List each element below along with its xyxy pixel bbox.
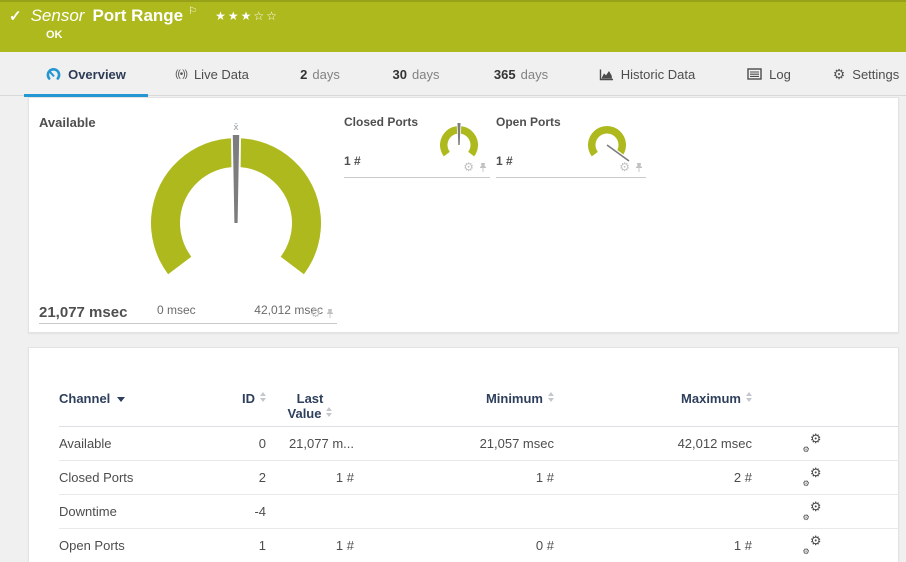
svg-text:x̄: x̄ — [233, 123, 239, 133]
column-header-minimum[interactable]: Minimum — [354, 391, 554, 406]
tab-live-data[interactable]: ((•)) Live Data — [166, 52, 258, 96]
tab-unit: days — [312, 66, 340, 82]
tab-settings[interactable]: ⚙ Settings — [830, 52, 902, 96]
available-gauge: x̄ — [151, 123, 321, 275]
cell-last-value: 1 # — [335, 538, 354, 553]
channel-last-value: 21,077 msec — [39, 304, 128, 321]
channel-name: Open Ports — [496, 115, 561, 129]
channel-settings-icon[interactable]: ⚙ ⚙ — [803, 499, 822, 522]
gauges-card: Available x̄ 0 msec 42,012 msec 21,077 m… — [28, 97, 899, 333]
column-label: Channel — [59, 391, 111, 406]
column-header-channel[interactable]: Channel — [59, 391, 199, 406]
tab-overview[interactable]: Overview — [24, 52, 148, 97]
object-kind-label: Sensor — [30, 6, 85, 25]
live-signal-icon: ((•)) — [175, 68, 188, 80]
cell-maximum: 1 # — [733, 538, 752, 553]
panel-pin-icon[interactable] — [478, 162, 488, 173]
tab-2-days[interactable]: 2 days — [294, 52, 346, 96]
channels-card: Channel ID Last Value Minimum Maximum Av… — [28, 347, 899, 562]
column-label: Maximum — [681, 391, 741, 406]
tab-label: Settings — [852, 66, 900, 82]
page-title: Port Range — [92, 6, 184, 25]
panel-gear-icon[interactable]: ⚙ — [463, 160, 474, 174]
log-list-icon — [747, 68, 762, 80]
tab-label: Live Data — [193, 66, 249, 82]
panel-gear-icon[interactable]: ⚙ — [310, 306, 321, 320]
tab-30-days[interactable]: 30 days — [386, 52, 446, 96]
column-label: Last — [296, 391, 324, 406]
cell-id: -4 — [254, 504, 266, 519]
table-row: Open Ports 1 1 # 0 # 1 # ⚙ ⚙ — [59, 529, 898, 562]
sensor-header: ✓ Sensor Port Range ⚐ ★★★☆☆ OK — [0, 0, 906, 52]
tab-number: 30 — [392, 66, 407, 82]
status-check-icon: ✓ — [9, 8, 22, 25]
gauge-min-label: 0 msec — [157, 303, 196, 317]
gauge-panel-available: Available x̄ 0 msec 42,012 msec 21,077 m… — [39, 111, 337, 324]
column-label: ID — [242, 391, 255, 406]
tab-unit: days — [520, 66, 549, 82]
panel-pin-icon[interactable] — [325, 308, 335, 319]
cell-id: 2 — [258, 470, 266, 485]
cell-channel: Open Ports — [59, 538, 125, 553]
panel-tools: ⚙ — [463, 160, 488, 174]
gauge-icon — [46, 67, 61, 82]
column-label: Value — [287, 406, 322, 421]
cell-minimum: 1 # — [535, 470, 554, 485]
cell-maximum: 42,012 msec — [677, 436, 752, 451]
sort-desc-icon — [117, 397, 126, 402]
channel-name: Available — [39, 115, 96, 130]
table-row: Available 0 21,077 m... 21,057 msec 42,0… — [59, 427, 898, 461]
status-badge: OK — [46, 29, 63, 41]
sort-icon — [746, 392, 752, 402]
column-header-last-value[interactable]: Last Value — [266, 391, 354, 421]
channel-last-value: 1 # — [344, 154, 361, 168]
tab-unit: days — [412, 66, 440, 82]
panel-pin-icon[interactable] — [634, 162, 644, 173]
panel-tools: ⚙ — [310, 306, 335, 320]
cell-maximum: 2 # — [733, 470, 752, 485]
tab-label: Log — [769, 66, 791, 82]
priority-flag-icon[interactable]: ⚐ — [188, 6, 197, 17]
tab-365-days[interactable]: 365 days — [488, 52, 554, 96]
channel-name: Closed Ports — [344, 115, 419, 129]
tab-number: 365 — [493, 66, 516, 82]
channel-last-value: 1 # — [496, 154, 513, 168]
gear-icon: ⚙ — [832, 65, 846, 82]
cell-id: 0 — [258, 436, 266, 451]
prtg-sensor-page: ✓ Sensor Port Range ⚐ ★★★☆☆ OK Overview … — [0, 0, 906, 562]
cell-channel: Available — [59, 436, 112, 451]
tab-number: 2 — [300, 66, 308, 82]
chart-icon — [599, 68, 614, 81]
column-header-id[interactable]: ID — [199, 391, 266, 406]
cell-channel: Closed Ports — [59, 470, 134, 485]
panel-gear-icon[interactable]: ⚙ — [619, 160, 630, 174]
sensor-title-row: ✓ Sensor Port Range ⚐ ★★★☆☆ — [9, 6, 279, 26]
gauge-panel-open-ports: Open Ports 1 # ⚙ — [496, 111, 646, 178]
cell-minimum: 21,057 msec — [479, 436, 554, 451]
panel-tools: ⚙ — [619, 160, 644, 174]
channel-settings-icon[interactable]: ⚙ ⚙ — [803, 465, 822, 488]
gauge-panel-closed-ports: Closed Ports 1 # ⚙ — [344, 111, 490, 178]
table-row: Downtime -4 ⚙ ⚙ — [59, 495, 898, 529]
cell-last-value: 21,077 m... — [288, 436, 354, 451]
tab-label: Historic Data — [620, 66, 696, 82]
column-label: Minimum — [485, 391, 543, 406]
column-header-maximum[interactable]: Maximum — [554, 391, 752, 406]
channel-settings-icon[interactable]: ⚙ ⚙ — [803, 431, 822, 454]
priority-stars[interactable]: ★★★☆☆ — [215, 9, 279, 23]
channel-settings-icon[interactable]: ⚙ ⚙ — [803, 533, 822, 556]
channel-table: Channel ID Last Value Minimum Maximum Av… — [59, 391, 898, 562]
cell-channel: Downtime — [59, 504, 117, 519]
tab-bar: Overview ((•)) Live Data 2 days 30 days … — [0, 52, 906, 97]
sort-icon — [326, 407, 333, 417]
cell-last-value: 1 # — [335, 470, 354, 485]
tab-log[interactable]: Log — [742, 52, 796, 96]
table-row: Closed Ports 2 1 # 1 # 2 # ⚙ ⚙ — [59, 461, 898, 495]
cell-id: 1 — [258, 538, 266, 553]
cell-minimum: 0 # — [535, 538, 554, 553]
table-header-row: Channel ID Last Value Minimum Maximum — [59, 391, 898, 427]
tab-historic-data[interactable]: Historic Data — [596, 52, 698, 96]
tab-label: Overview — [68, 66, 126, 82]
